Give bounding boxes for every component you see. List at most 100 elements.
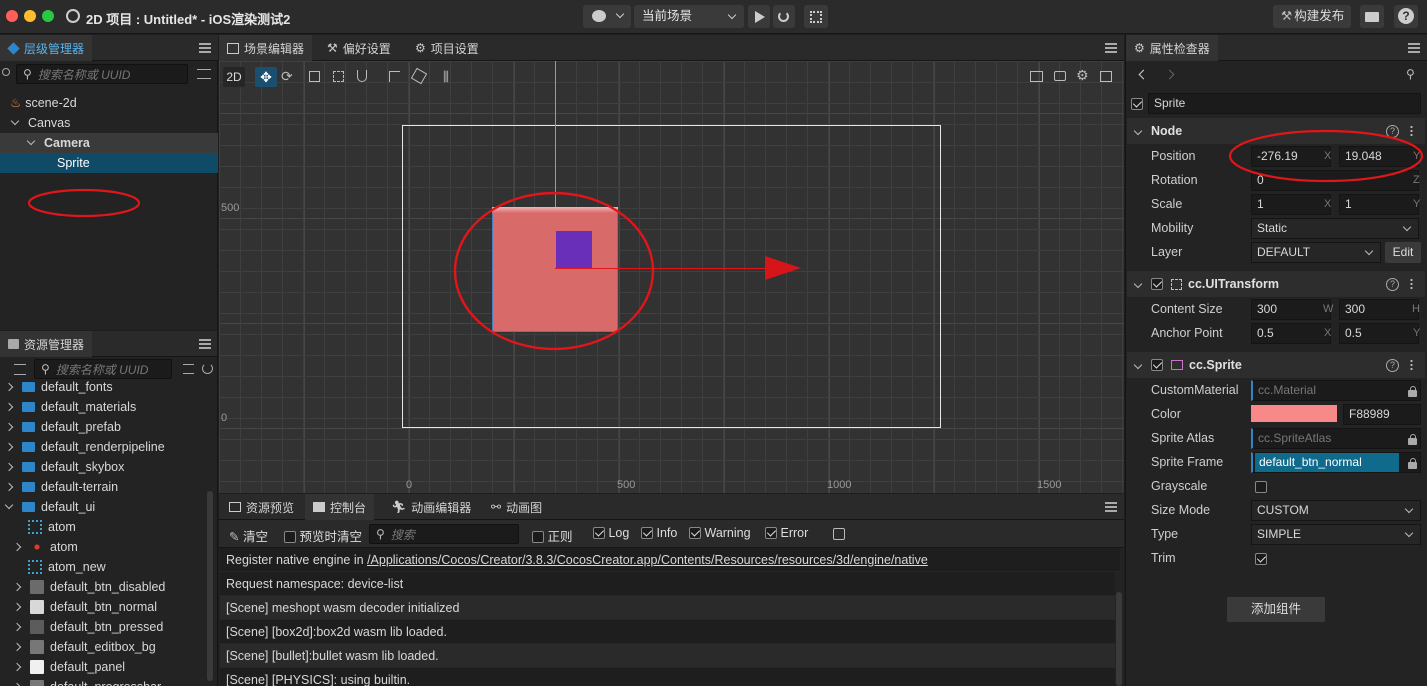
add-node-icon[interactable] bbox=[2, 68, 10, 76]
pin-icon[interactable]: ⚲ bbox=[1406, 67, 1415, 81]
asset-item[interactable]: default_panel bbox=[0, 657, 125, 677]
tree-node-sprite[interactable]: Sprite bbox=[0, 153, 218, 173]
hierarchy-search-input[interactable]: ⚲ 搜索名称或 UUID bbox=[16, 64, 188, 84]
trim-checkbox[interactable] bbox=[1255, 552, 1267, 566]
scene-viewport[interactable]: 2D ✥ ⟳ ⫼ ⚙ 500 0 0 500 1000 1500 bbox=[219, 61, 1124, 493]
forward-arrow-icon[interactable] bbox=[1164, 69, 1175, 80]
refresh-button[interactable] bbox=[773, 5, 795, 28]
console-log-line[interactable]: [Scene] [box2d]:box2d wasm lib loaded. bbox=[220, 620, 1115, 644]
more-options-icon[interactable] bbox=[1410, 359, 1413, 371]
transform-pivot-button[interactable] bbox=[389, 71, 400, 82]
align-tool-button[interactable]: ⫼ bbox=[443, 69, 449, 85]
log-path-link[interactable]: /Applications/Cocos/Creator/3.8.3/CocosC… bbox=[367, 553, 928, 567]
layer-select[interactable]: DEFAULT bbox=[1251, 242, 1381, 263]
asset-item[interactable]: default_editbox_bg bbox=[0, 637, 156, 657]
camera-icon[interactable] bbox=[1054, 71, 1066, 81]
cube-icon[interactable] bbox=[410, 67, 428, 85]
tab-preferences[interactable]: ⚒ 偏好设置 bbox=[319, 35, 399, 61]
build-publish-button[interactable]: ⚒ 构建发布 bbox=[1273, 5, 1351, 28]
magnet-tool-button[interactable] bbox=[357, 70, 367, 82]
anchor-y-input[interactable]: 0.5 bbox=[1339, 323, 1419, 344]
menu-icon[interactable] bbox=[1408, 43, 1420, 53]
tab-project-settings[interactable]: ⚙ 项目设置 bbox=[407, 35, 487, 61]
asset-item[interactable]: default_btn_normal bbox=[0, 597, 157, 617]
gizmo-toggle-icon[interactable] bbox=[1030, 71, 1043, 82]
settings-gear-icon[interactable]: ⚙ bbox=[1076, 67, 1089, 84]
asset-item[interactable]: default_skybox bbox=[0, 457, 124, 477]
menu-icon[interactable] bbox=[1105, 502, 1117, 512]
log-file-icon[interactable] bbox=[833, 528, 845, 540]
tab-animation-editor[interactable]: 🏃︎ 动画编辑器 bbox=[383, 494, 479, 520]
assets-search-input[interactable]: ⚲ 搜索名称或 UUID bbox=[34, 359, 172, 379]
open-folder-button[interactable] bbox=[1360, 5, 1384, 28]
back-arrow-icon[interactable] bbox=[1138, 69, 1149, 80]
asset-item[interactable]: default_renderpipeline bbox=[0, 437, 165, 457]
asset-item[interactable]: atom bbox=[0, 517, 76, 537]
tab-asset-preview[interactable]: 资源预览 bbox=[221, 494, 302, 520]
rotate-tool-button[interactable]: ⟳ bbox=[281, 68, 293, 85]
menu-icon[interactable] bbox=[1105, 43, 1117, 53]
console-log-line[interactable]: Request namespace: device-list bbox=[220, 572, 1115, 596]
sort-icon[interactable] bbox=[14, 364, 26, 375]
content-height-input[interactable]: 300 bbox=[1339, 299, 1419, 320]
asset-item[interactable]: default-terrain bbox=[0, 477, 118, 497]
help-button[interactable]: ? bbox=[1394, 5, 1418, 28]
error-filter-checkbox[interactable]: Error bbox=[765, 526, 808, 540]
filter-icon[interactable] bbox=[183, 364, 194, 374]
scene-select[interactable]: 当前场景 bbox=[634, 5, 744, 28]
close-window-button[interactable] bbox=[6, 10, 18, 22]
warning-filter-checkbox[interactable]: Warning bbox=[689, 526, 751, 540]
asset-item[interactable]: default_progressbar bbox=[0, 677, 161, 686]
menu-icon[interactable] bbox=[199, 339, 211, 349]
console-log-line[interactable]: [Scene] meshopt wasm decoder initialized bbox=[220, 596, 1115, 620]
tab-inspector[interactable]: ⚙ 属性检查器 bbox=[1126, 35, 1218, 61]
asset-item[interactable]: default_prefab bbox=[0, 417, 121, 437]
color-hex-input[interactable]: F88989 bbox=[1343, 404, 1421, 425]
x-axis-arrow-icon[interactable] bbox=[765, 256, 801, 280]
asset-item[interactable]: default_btn_pressed bbox=[0, 617, 163, 637]
asset-item[interactable]: default_btn_disabled bbox=[0, 577, 165, 597]
tab-animation-graph[interactable]: ⚯ 动画图 bbox=[483, 494, 550, 520]
lock-icon[interactable] bbox=[1408, 434, 1417, 445]
mobility-select[interactable]: Static bbox=[1251, 218, 1419, 239]
component-enabled-checkbox[interactable] bbox=[1151, 278, 1163, 290]
tree-node-camera[interactable]: Camera bbox=[0, 133, 218, 153]
console-log-line[interactable]: [Scene] [PHYSICS]: using builtin. bbox=[220, 668, 1115, 686]
component-enabled-checkbox[interactable] bbox=[1151, 359, 1163, 371]
tab-scene-editor[interactable]: 场景编辑器 bbox=[219, 35, 313, 61]
sprite-atlas-field[interactable]: cc.SpriteAtlas bbox=[1251, 428, 1421, 449]
screenshot-icon[interactable] bbox=[1100, 71, 1112, 82]
console-scrollbar[interactable] bbox=[1116, 592, 1122, 686]
play-button[interactable] bbox=[748, 5, 770, 28]
menu-icon[interactable] bbox=[199, 43, 211, 53]
asset-item[interactable]: atom bbox=[0, 537, 78, 557]
info-filter-checkbox[interactable]: Info bbox=[641, 526, 677, 540]
custom-material-field[interactable]: cc.Material bbox=[1251, 380, 1421, 401]
scale-y-input[interactable]: 1 bbox=[1339, 194, 1419, 215]
add-component-button[interactable]: 添加组件 bbox=[1227, 597, 1325, 622]
node-name-input[interactable]: Sprite bbox=[1148, 93, 1421, 114]
console-log-line[interactable]: [Scene] [bullet]:bullet wasm lib loaded. bbox=[220, 644, 1115, 668]
tree-node-scene[interactable]: ♨ scene-2d bbox=[0, 93, 218, 113]
content-width-input[interactable]: 300 bbox=[1251, 299, 1331, 320]
refresh-icon[interactable] bbox=[202, 363, 213, 374]
type-select[interactable]: SIMPLE bbox=[1251, 524, 1421, 545]
asset-item[interactable]: atom_new bbox=[0, 557, 106, 577]
help-icon[interactable]: ? bbox=[1386, 359, 1399, 372]
sort-icon[interactable] bbox=[197, 69, 211, 79]
scale-x-input[interactable]: 1 bbox=[1251, 194, 1331, 215]
scale-tool-button[interactable] bbox=[309, 71, 320, 82]
regex-checkbox[interactable]: 正则 bbox=[532, 526, 573, 545]
qrcode-button[interactable] bbox=[804, 5, 828, 28]
console-search-input[interactable]: ⚲ 搜索 bbox=[369, 524, 519, 544]
zoom-window-button[interactable] bbox=[42, 10, 54, 22]
platform-select[interactable] bbox=[583, 5, 631, 28]
clear-button[interactable]: ✎ 清空 bbox=[229, 526, 268, 545]
asset-item[interactable]: default_materials bbox=[0, 397, 136, 417]
sprite-frame-field[interactable]: default_btn_normal bbox=[1251, 452, 1421, 473]
uitransform-section-header[interactable]: cc.UITransform bbox=[1127, 271, 1425, 297]
lock-icon[interactable] bbox=[1408, 386, 1417, 397]
move-tool-button[interactable]: ✥ bbox=[255, 67, 277, 87]
mode-2d-toggle[interactable]: 2D bbox=[223, 67, 245, 87]
anchor-x-input[interactable]: 0.5 bbox=[1251, 323, 1331, 344]
